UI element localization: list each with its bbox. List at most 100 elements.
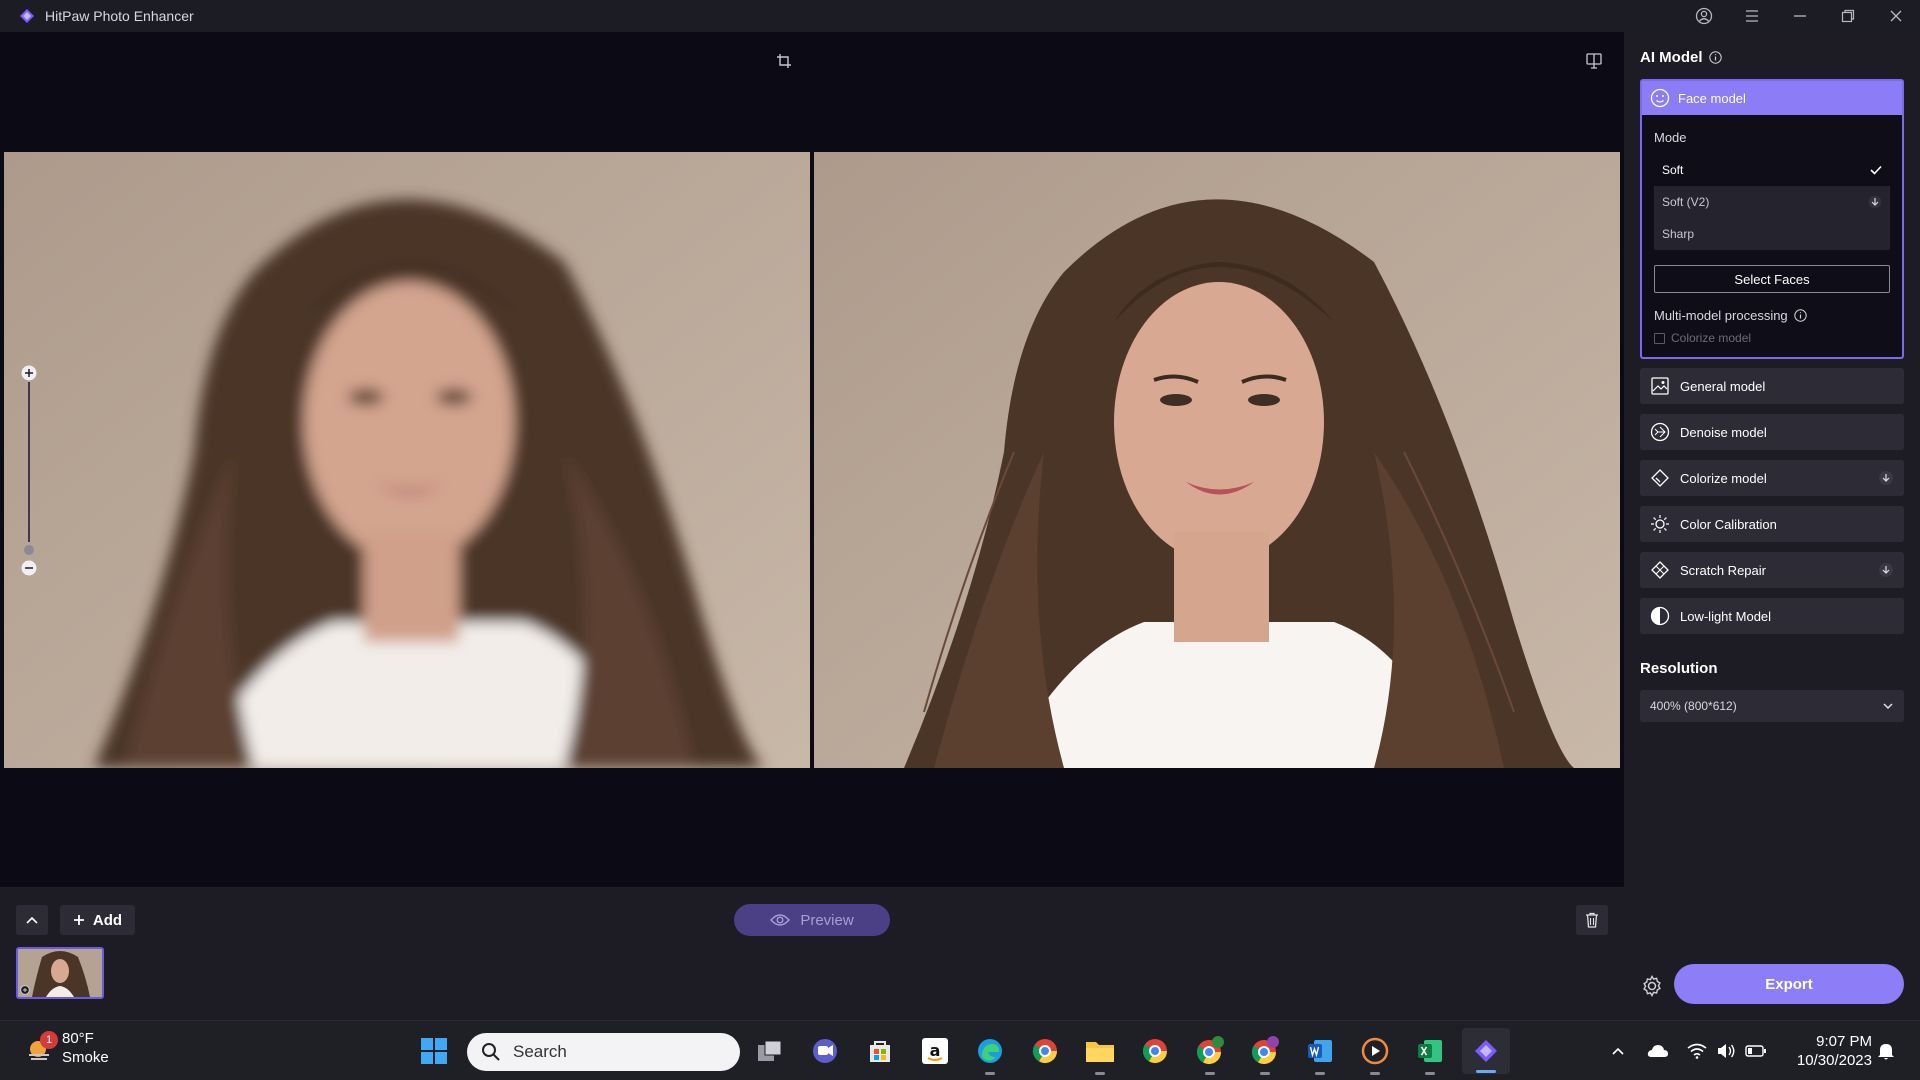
zoom-track[interactable] [28, 382, 30, 542]
mode-soft-v2-label: Soft (V2) [1662, 195, 1710, 209]
teams-chat-button[interactable] [807, 1033, 843, 1069]
account-icon[interactable] [1680, 0, 1728, 32]
download-icon[interactable] [1878, 470, 1894, 486]
chat-icon [813, 1039, 837, 1063]
mode-sharp-label: Sharp [1662, 227, 1695, 241]
chrome-profile-r-button[interactable] [1247, 1033, 1283, 1075]
trash-icon [1586, 912, 1598, 928]
notification-bell-icon[interactable] [1874, 1039, 1898, 1063]
chrome-profile-l-button[interactable] [1192, 1033, 1228, 1075]
face-model-label: Face model [1678, 90, 1746, 106]
sun-icon [1651, 515, 1669, 533]
hitpaw-logo-icon [1475, 1040, 1497, 1062]
export-button[interactable]: Export [1674, 964, 1904, 1004]
eye-icon [770, 914, 791, 926]
ai-model-panel: AI Model Face model Mode Soft Soft (V2) … [1624, 32, 1920, 1020]
low-light-model-button[interactable]: Low-light Model [1640, 598, 1904, 634]
hitpaw-taskbar-button[interactable] [1462, 1028, 1510, 1074]
mode-soft-v2[interactable]: Soft (V2) [1654, 186, 1890, 218]
image-thumbnail[interactable] [16, 947, 104, 999]
weather-desc: Smoke [62, 1049, 109, 1066]
original-image [4, 152, 810, 768]
delete-button[interactable] [1576, 905, 1608, 935]
weather-icon-wrap: 1 [24, 1031, 58, 1063]
denoise-model-button[interactable]: Denoise model [1640, 414, 1904, 450]
wifi-icon[interactable] [1685, 1039, 1709, 1063]
close-icon[interactable] [1872, 0, 1920, 32]
resolution-select[interactable]: 400% (800*612) [1640, 690, 1904, 722]
crop-icon[interactable] [772, 49, 796, 73]
download-icon[interactable] [1868, 195, 1882, 209]
zoom-in-icon[interactable] [20, 364, 38, 382]
ai-model-heading: AI Model [1640, 49, 1722, 66]
media-player-button[interactable] [1357, 1033, 1393, 1075]
taskbar-search[interactable]: Search [467, 1033, 740, 1071]
clock-time: 9:07 PM [1816, 1033, 1872, 1050]
add-button[interactable]: Add [60, 905, 135, 935]
face-model-button[interactable]: Face model [1642, 81, 1902, 115]
checkbox-icon[interactable] [1654, 332, 1665, 344]
zoom-slider[interactable] [19, 362, 39, 577]
menu-icon[interactable] [1728, 0, 1776, 32]
color-calibration-button[interactable]: Color Calibration [1640, 506, 1904, 542]
weather-widget[interactable]: 1 80°F Smoke [24, 1029, 109, 1067]
mode-label: Mode [1654, 130, 1687, 145]
search-placeholder: Search [513, 1042, 567, 1061]
colorize-model-label: Colorize model [1680, 470, 1767, 486]
window-title: HitPaw Photo Enhancer [45, 8, 194, 24]
amazon-button[interactable]: a [917, 1033, 953, 1069]
face-model-section: Face model Mode Soft Soft (V2) Sharp Sel… [1640, 79, 1904, 359]
select-faces-button[interactable]: Select Faces [1654, 265, 1890, 293]
start-button[interactable] [416, 1033, 452, 1069]
weather-badge: 1 [40, 1031, 58, 1049]
windows-taskbar: 1 80°F Smoke Search a 9:07 PM 10/30/2023 [0, 1020, 1920, 1080]
tray-overflow-icon[interactable] [1606, 1039, 1630, 1063]
taskbar-clock[interactable]: 9:07 PM 10/30/2023 [1780, 1032, 1872, 1070]
colorize-model-checkbox[interactable]: Colorize model [1654, 331, 1751, 345]
word-icon [1308, 1040, 1332, 1062]
svg-text:a: a [930, 1041, 941, 1060]
scratch-repair-button[interactable]: Scratch Repair [1640, 552, 1904, 588]
chrome-profile-button[interactable] [1137, 1033, 1173, 1069]
clock-date: 10/30/2023 [1796, 1052, 1872, 1069]
task-view-button[interactable] [752, 1033, 788, 1069]
windows-logo-icon [421, 1038, 447, 1064]
colorize-model-button[interactable]: Colorize model [1640, 460, 1904, 496]
volume-icon[interactable] [1714, 1039, 1738, 1063]
task-view-icon [758, 1040, 782, 1061]
ms-store-button[interactable] [862, 1033, 898, 1069]
collapse-strip-button[interactable] [16, 905, 48, 935]
chrome-icon [1142, 1039, 1167, 1064]
mode-soft[interactable]: Soft [1654, 154, 1890, 186]
zoom-out-icon[interactable] [20, 559, 38, 577]
denoise-model-label: Denoise model [1680, 424, 1767, 440]
chevron-up-icon [26, 916, 38, 924]
scratch-repair-label: Scratch Repair [1680, 562, 1766, 578]
minimize-icon[interactable] [1776, 0, 1824, 32]
mode-sharp[interactable]: Sharp [1654, 218, 1890, 250]
restore-icon[interactable] [1824, 0, 1872, 32]
settings-gear-icon[interactable] [1640, 974, 1664, 998]
excel-button[interactable] [1412, 1033, 1448, 1075]
edge-button[interactable] [972, 1033, 1008, 1075]
battery-icon[interactable] [1744, 1039, 1768, 1063]
preview-button[interactable]: Preview [734, 904, 890, 936]
multi-model-processing: Multi-model processing [1654, 308, 1807, 323]
chevron-down-icon [1883, 703, 1893, 710]
general-model-button[interactable]: General model [1640, 368, 1904, 404]
file-explorer-button[interactable] [1082, 1033, 1118, 1075]
compare-view-icon[interactable] [1582, 49, 1606, 73]
word-button[interactable] [1302, 1033, 1338, 1075]
chrome-icon [1251, 1036, 1279, 1065]
zoom-handle[interactable] [24, 545, 34, 555]
image-icon [1651, 377, 1669, 395]
info-icon[interactable] [1708, 51, 1722, 64]
chrome-button[interactable] [1027, 1033, 1063, 1069]
mode-list: Soft Soft (V2) Sharp [1654, 154, 1890, 250]
general-model-label: General model [1680, 378, 1766, 394]
onedrive-icon[interactable] [1646, 1039, 1670, 1063]
colorize-checkbox-label: Colorize model [1671, 331, 1752, 345]
store-icon [870, 1041, 890, 1062]
info-icon[interactable] [1793, 309, 1807, 322]
download-icon[interactable] [1878, 562, 1894, 578]
